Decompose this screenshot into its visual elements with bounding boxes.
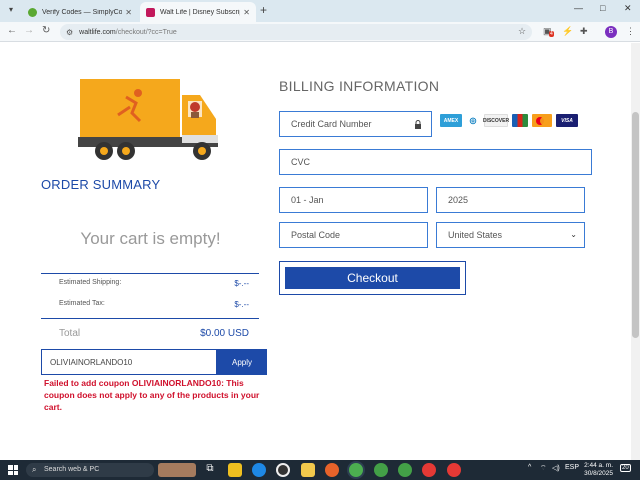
tax-row: Estimated Tax: $-.--: [59, 300, 249, 309]
close-tab-icon[interactable]: ✕: [125, 8, 132, 17]
shipping-value: $-.--: [234, 279, 249, 288]
tray-chevron-icon[interactable]: ^: [528, 464, 531, 471]
credit-card-placeholder: Credit Card Number: [291, 119, 372, 129]
browser-menu-icon[interactable]: ⋮: [626, 26, 635, 37]
total-value: $0.00 USD: [200, 328, 249, 339]
tax-value: $-.--: [234, 300, 249, 309]
cvc-placeholder: CVC: [291, 157, 311, 167]
media-player-icon[interactable]: [276, 463, 290, 477]
tab-title: Walt Life | Disney Subscription: [160, 8, 240, 16]
expiry-year-select[interactable]: 2025: [436, 187, 585, 213]
maximize-button[interactable]: □: [600, 3, 605, 13]
total-row: Total $0.00 USD: [59, 328, 249, 339]
address-bar[interactable]: ⚙ waltlife.com/checkout/?cc=True: [60, 24, 532, 40]
windows-start-icon[interactable]: [8, 465, 18, 475]
back-arrow-icon[interactable]: ←: [7, 25, 17, 36]
keyboard-language[interactable]: ESP: [565, 464, 579, 471]
discover-card-icon: DISCOVER: [483, 114, 509, 127]
wifi-icon[interactable]: ⌔: [540, 464, 547, 473]
accepted-cards: AMEX ◎ DISCOVER VISA: [440, 114, 578, 127]
new-tab-button[interactable]: +: [260, 3, 267, 17]
taskbar-search-placeholder: Search web & PC: [44, 466, 100, 473]
notification-badge[interactable]: 20: [620, 464, 631, 472]
coupon-extension-icon[interactable]: ⚡: [562, 26, 573, 37]
tab-verify-codes[interactable]: Verify Codes — SimplyCodes ✕: [22, 2, 138, 22]
postal-code-field[interactable]: Postal Code: [279, 222, 428, 248]
close-tab-icon[interactable]: ✕: [243, 8, 250, 17]
checkout-button-frame: Checkout: [279, 261, 466, 295]
file-explorer-icon[interactable]: [301, 463, 315, 477]
edge-icon[interactable]: [252, 463, 266, 477]
lock-icon: [415, 120, 421, 129]
checkout-button[interactable]: Checkout: [285, 267, 460, 289]
country-value: United States: [448, 230, 503, 240]
cvc-field[interactable]: CVC: [279, 149, 592, 175]
clock-time: 2:44 a. m.: [584, 462, 613, 469]
divider: [41, 318, 259, 319]
delivery-truck-illustration: [78, 79, 218, 160]
scrollbar-thumb[interactable]: [632, 112, 639, 338]
windows-taskbar: ⌕ Search web & PC ⧉ ^ ⌔ ◁) ESP 2:44 a. m…: [0, 460, 640, 480]
simplycodes-favicon-icon: [28, 7, 37, 17]
site-info-icon[interactable]: ⚙: [66, 28, 73, 37]
order-summary-title: ORDER SUMMARY: [41, 177, 161, 192]
coupon-error-message: Failed to add coupon OLIVIAINORLANDO10: …: [44, 378, 260, 412]
extension-badge: 4: [549, 31, 554, 37]
page-scrollbar[interactable]: [631, 43, 640, 460]
chrome-icon[interactable]: [349, 463, 363, 477]
tab-search-icon[interactable]: ▾: [5, 4, 17, 16]
firefox-icon[interactable]: [325, 463, 339, 477]
app-icon[interactable]: [228, 463, 242, 477]
chevron-down-icon: ⌄: [570, 230, 577, 239]
country-select[interactable]: United States ⌄: [436, 222, 585, 248]
diners-card-icon: ◎: [466, 114, 480, 127]
expiry-year-value: 2025: [448, 195, 469, 205]
url-path: /checkout/?cc=True: [115, 28, 177, 36]
tax-label: Estimated Tax:: [59, 300, 105, 307]
amex-card-icon: AMEX: [440, 114, 462, 127]
chrome-profile-icon[interactable]: [398, 463, 412, 477]
url-domain: waltlife.com: [79, 28, 116, 36]
forward-arrow-icon[interactable]: →: [24, 25, 34, 36]
billing-title: BILLING INFORMATION: [279, 78, 440, 94]
profile-avatar[interactable]: B: [605, 26, 617, 38]
tab-walt-life[interactable]: Walt Life | Disney Subscription ✕: [140, 2, 256, 22]
reload-icon[interactable]: ↻: [42, 25, 50, 36]
visa-card-icon: VISA: [556, 114, 578, 127]
chrome-profile-icon[interactable]: [374, 463, 388, 477]
tab-title: Verify Codes — SimplyCodes: [42, 8, 123, 16]
postal-code-placeholder: Postal Code: [291, 230, 341, 240]
task-view-icon[interactable]: ⧉: [203, 463, 217, 477]
total-label: Total: [59, 328, 81, 339]
jcb-card-icon: [512, 114, 528, 127]
expiry-month-select[interactable]: 01 - Jan: [279, 187, 428, 213]
divider: [41, 273, 259, 274]
close-window-button[interactable]: ✕: [624, 3, 632, 14]
bookmark-star-icon[interactable]: ☆: [518, 26, 526, 37]
shipping-row: Estimated Shipping: $-.--: [59, 279, 249, 288]
extensions-puzzle-icon[interactable]: ✚: [580, 26, 588, 37]
news-widget-thumbnail[interactable]: [158, 463, 196, 477]
volume-icon[interactable]: ◁): [552, 464, 560, 472]
clock-date: 30/8/2025: [584, 470, 613, 477]
credit-card-number-field[interactable]: Credit Card Number: [279, 111, 432, 137]
search-icon: ⌕: [32, 465, 37, 474]
taskbar-search[interactable]: ⌕ Search web & PC: [26, 463, 154, 477]
mastercard-card-icon: [532, 114, 552, 127]
apply-coupon-button[interactable]: Apply: [217, 349, 267, 375]
tab-strip: ▾ Verify Codes — SimplyCodes ✕ Walt Life…: [0, 0, 640, 22]
minimize-button[interactable]: —: [574, 3, 583, 13]
system-clock[interactable]: 2:44 a. m. 30/8/2025: [579, 462, 613, 478]
disney-favicon-icon: [146, 7, 155, 17]
cart-empty-message: Your cart is empty!: [80, 229, 221, 248]
checkout-page: ORDER SUMMARY Your cart is empty! Estima…: [0, 43, 640, 460]
expiry-month-value: 01 - Jan: [291, 195, 324, 205]
coupon-code-input[interactable]: [41, 349, 217, 375]
shipping-label: Estimated Shipping:: [59, 279, 122, 286]
chrome-profile-icon[interactable]: [447, 463, 461, 477]
browser-toolbar: ← → ↻ ⚙ waltlife.com/checkout/?cc=True ☆…: [0, 22, 640, 42]
chrome-profile-icon[interactable]: [422, 463, 436, 477]
